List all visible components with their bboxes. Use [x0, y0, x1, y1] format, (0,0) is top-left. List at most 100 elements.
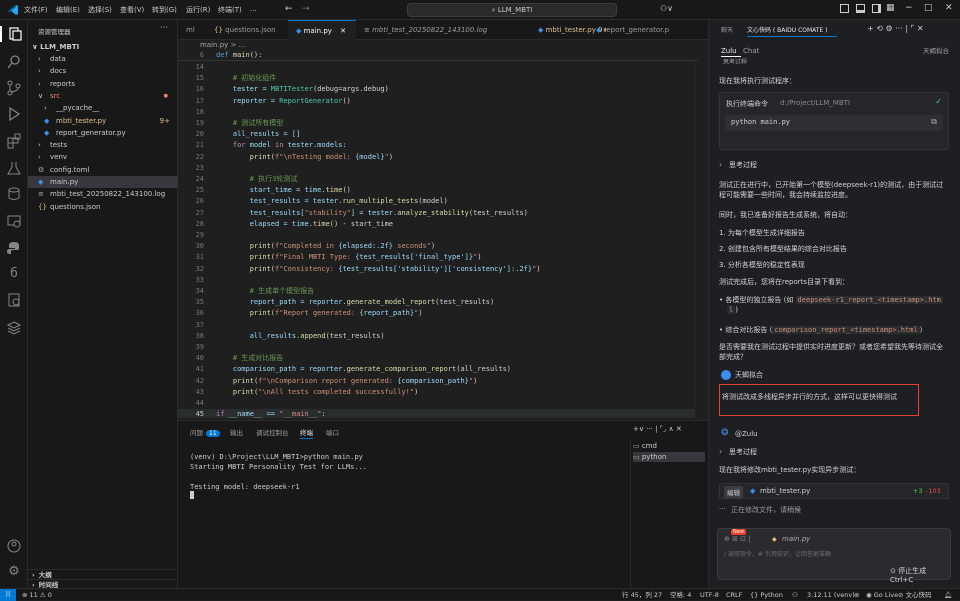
- code-line[interactable]: 32 print(f"Consistency: {test_results['s…: [178, 264, 698, 275]
- code-line[interactable]: 37: [178, 320, 698, 331]
- code-line[interactable]: 28 elapsed = time.time() - start_time: [178, 219, 698, 230]
- editor-tab[interactable]: ml: [178, 20, 206, 40]
- more-actions-icon[interactable]: ···: [160, 23, 168, 32]
- exec-command-card[interactable]: 执行终端命令 d:/Project/LLM_MBTI ✓ python main.py…: [719, 92, 949, 150]
- explorer-root-folder[interactable]: ∨ LLM_MBTI: [28, 41, 178, 53]
- menu-item[interactable]: 运行(R): [186, 5, 210, 15]
- tree-item[interactable]: {} questions.json: [28, 201, 178, 213]
- code-line[interactable]: 40 # 生成对比报告: [178, 353, 698, 364]
- stop-generation-button[interactable]: ⊙ 停止生成 Ctrl+C: [890, 566, 950, 584]
- database-icon[interactable]: [6, 186, 22, 202]
- code-line[interactable]: 43 print("\nAll tests completed successf…: [178, 387, 698, 398]
- code-line[interactable]: 44: [178, 398, 698, 409]
- menu-item[interactable]: 编辑(E): [56, 5, 80, 15]
- terminal-instance[interactable]: ▭ python: [633, 452, 705, 462]
- menu-item[interactable]: 选择(S): [88, 5, 112, 15]
- code-line[interactable]: 30 print(f"Completed in {elapsed:.2f} se…: [178, 241, 698, 252]
- nav-forward-icon[interactable]: →: [302, 4, 310, 14]
- code-line[interactable]: 45 if __name__ == "__main__":: [178, 409, 698, 418]
- panel-actions[interactable]: +∨ ··· | ⌜⌟ ∧ ✕: [633, 425, 682, 433]
- problems-status[interactable]: ⊗ 11 ⚠ 0: [22, 590, 52, 600]
- layout-customize-icon[interactable]: ▦: [886, 3, 895, 13]
- code-line[interactable]: 42 print(f"\nComparison report generated…: [178, 376, 698, 387]
- code-line[interactable]: 39: [178, 342, 698, 353]
- breadcrumb[interactable]: main.py > ...: [178, 40, 708, 50]
- python-icon[interactable]: [6, 240, 22, 256]
- copy-icon[interactable]: ⧉: [931, 117, 937, 127]
- comate-status[interactable]: ⊘ 文心快码: [898, 590, 932, 600]
- tree-item[interactable]: ◆ report_generator.py: [28, 127, 178, 139]
- source-control-icon[interactable]: [6, 80, 22, 96]
- panel-tab[interactable]: 调试控制台: [256, 427, 289, 437]
- code-line[interactable]: 15 # 初始化组件: [178, 73, 698, 84]
- code-line[interactable]: 16 tester = MBTITester(debug=args.debug): [178, 84, 698, 95]
- python-interpreter[interactable]: 3.12.11 (venv): [807, 590, 855, 600]
- tree-item[interactable]: ∨ src ●: [28, 90, 178, 102]
- broadcast-icon[interactable]: ⊛: [854, 590, 859, 600]
- tree-item[interactable]: ⚙ config.toml: [28, 164, 178, 176]
- sticky-scroll-line[interactable]: 6 def main():: [178, 50, 698, 62]
- editor-tab[interactable]: ◆ main.py ✕: [288, 20, 356, 40]
- panel-tab[interactable]: 端口: [326, 427, 339, 437]
- tree-item[interactable]: › docs: [28, 65, 178, 77]
- input-tool-icons[interactable]: ⊕ ⊞ ⊡ |: [724, 535, 751, 543]
- menu-item[interactable]: ...: [250, 5, 257, 13]
- code-line[interactable]: 25 start_time = time.time(): [178, 185, 698, 196]
- settings-gear-icon[interactable]: ⚙: [6, 564, 22, 580]
- panel-tab[interactable]: 输出: [230, 427, 243, 437]
- chat-toolbar-icons[interactable]: + ⟲ ⚙ ··· | ⌜ ✕: [867, 24, 924, 33]
- tree-item[interactable]: › reports: [28, 78, 178, 90]
- comate-icon[interactable]: б: [6, 266, 22, 282]
- chat-input-box[interactable]: New ⊕ ⊞ ⊡ | ◆ main.py / 调用指令，# 引用知识，让回答更准确 ⊙ …: [717, 528, 951, 584]
- indent-spaces[interactable]: 空格: 4: [670, 590, 691, 600]
- notifications-icon[interactable]: 🔔︎: [944, 590, 952, 600]
- tree-item[interactable]: › __pycache__: [28, 102, 178, 114]
- panel-tab[interactable]: 终端: [300, 427, 313, 439]
- menu-item[interactable]: 转到(G): [152, 5, 177, 15]
- run-debug-icon[interactable]: [6, 106, 22, 122]
- account-icon[interactable]: [6, 538, 22, 554]
- editor-tab[interactable]: ≡ mbti_test_20250822_143100.log: [356, 20, 530, 40]
- language-mode[interactable]: {} Python: [750, 590, 783, 600]
- code-line[interactable]: 19 # 测试所有模型: [178, 118, 698, 129]
- remote-explorer-icon[interactable]: [6, 213, 22, 229]
- code-line[interactable]: 31 print(f"Final MBTI Type: {test_result…: [178, 252, 698, 263]
- layout-panel-icon[interactable]: [856, 4, 865, 13]
- explorer-icon[interactable]: [0, 26, 28, 42]
- testing-icon[interactable]: [6, 160, 22, 176]
- menu-item[interactable]: 文件(F): [24, 5, 48, 15]
- preview-icon[interactable]: [6, 292, 22, 308]
- code-line[interactable]: 17 reporter = ReportGenerator(): [178, 96, 698, 107]
- code-line[interactable]: 18: [178, 107, 698, 118]
- code-editor[interactable]: 6 def main(): 14 15 # 初始化组件 16 tester = MBTI…: [178, 50, 708, 418]
- tree-item[interactable]: ◆ main.py: [28, 176, 178, 188]
- code-line[interactable]: 23: [178, 163, 698, 174]
- copilot-icon[interactable]: ⚇∨: [660, 4, 673, 13]
- panel-tab[interactable]: 问题 11: [190, 427, 220, 437]
- command-center-search[interactable]: ⌕ LLM_MBTI: [407, 3, 617, 17]
- code-line[interactable]: 26 test_results = tester.run_multiple_te…: [178, 196, 698, 207]
- tree-item[interactable]: ≡ mbti_test_20250822_143100.log: [28, 188, 178, 200]
- code-line[interactable]: 20 all_results = []: [178, 129, 698, 140]
- terminal-instance[interactable]: ▭ cmd: [633, 441, 705, 451]
- editor-tab[interactable]: ◆ report_generator.p: [588, 20, 708, 40]
- exec-cmd-box[interactable]: python main.py ⧉: [725, 115, 943, 131]
- close-icon[interactable]: ✕: [945, 3, 953, 13]
- code-line[interactable]: 38 all_results.append(test_results): [178, 331, 698, 342]
- menu-item[interactable]: 终端(T): [218, 5, 242, 15]
- minimap[interactable]: [694, 50, 706, 418]
- edit-file-card[interactable]: 编辑 ◆ mbti_tester.py +3 -103: [719, 483, 949, 499]
- remote-indicator[interactable]: ⟩⟨: [0, 589, 16, 601]
- nav-back-icon[interactable]: ←: [285, 4, 293, 14]
- tree-item[interactable]: › venv: [28, 151, 178, 163]
- input-context-file[interactable]: main.py: [782, 535, 810, 543]
- copilot-status-icon[interactable]: ⚇: [792, 590, 798, 600]
- layout-secondary-icon[interactable]: [872, 4, 881, 13]
- code-line[interactable]: 22 print(f"\nTesting model: {model}"): [178, 152, 698, 163]
- close-tab-icon[interactable]: ✕: [338, 27, 346, 35]
- tree-item[interactable]: › data: [28, 53, 178, 65]
- code-line[interactable]: 33: [178, 275, 698, 286]
- cursor-position[interactable]: 行 45，列 27: [622, 590, 662, 600]
- encoding[interactable]: UTF-8: [700, 590, 719, 600]
- code-line[interactable]: 14: [178, 62, 698, 73]
